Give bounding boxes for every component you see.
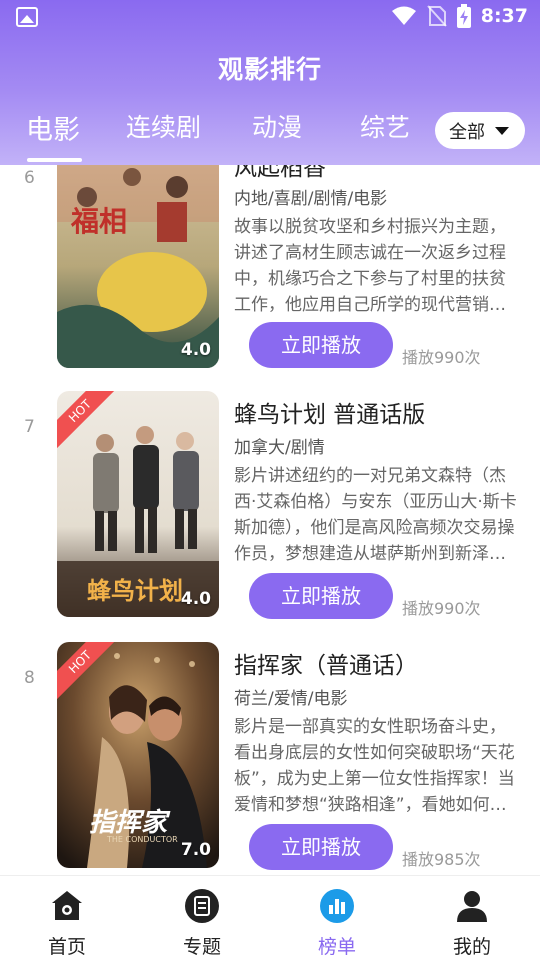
status-icons: 8:37: [391, 4, 528, 28]
caret-down-icon: [495, 126, 509, 135]
active-tab-indicator: [27, 158, 82, 162]
movie-tags: 内地/喜剧/剧情/电影: [234, 189, 388, 209]
tab-variety[interactable]: 综艺: [360, 108, 410, 144]
nav-ranking[interactable]: 榜单: [297, 888, 377, 959]
bottom-navigation: 首页 专题 榜单 我的: [0, 875, 540, 960]
nav-topics-label: 专题: [182, 936, 221, 958]
battery-charging-icon: [456, 4, 471, 28]
play-now-button[interactable]: 立即播放: [249, 322, 393, 368]
profile-icon: [457, 891, 487, 922]
status-bar: 8:37: [0, 0, 540, 36]
list-item[interactable]: 8 HOT 指挥家 THE CONDUCTOR 7.0 指挥家（普通话） 荷兰/…: [0, 642, 540, 875]
no-sim-icon: [426, 5, 447, 27]
movie-poster[interactable]: 福相 4.0: [57, 142, 219, 368]
play-now-button[interactable]: 立即播放: [249, 573, 393, 619]
movie-description: 故事以脱贫攻坚和乡村振兴为主题，讲述了高材生顾志诚在一次返乡过程中，机缘巧合之下…: [234, 217, 506, 315]
list-item[interactable]: 7 HOT 蜂鸟计划 4.0 蜂鸟计划 普通话版 加拿大/剧情 影片讲述纽约的一…: [0, 391, 540, 626]
play-count: 播放985次: [402, 850, 481, 869]
nav-home[interactable]: 首页: [27, 888, 107, 959]
filter-dropdown[interactable]: 全部: [435, 112, 525, 149]
rank-number: 8: [24, 668, 35, 688]
nav-topics[interactable]: 专题: [162, 888, 242, 959]
list-item[interactable]: 6 福相 4.0 风起稻香 内地/喜剧/剧情/电影 故事以脱贫攻坚和乡村振兴为主…: [0, 142, 540, 377]
rating-score: 4.0: [180, 340, 211, 360]
movie-tags: 加拿大/剧情: [234, 438, 325, 458]
movie-tags: 荷兰/爱情/电影: [234, 689, 348, 709]
play-count: 播放990次: [402, 348, 481, 367]
wifi-icon: [391, 6, 416, 25]
movie-title[interactable]: 蜂鸟计划 普通话版: [234, 395, 425, 429]
play-now-button[interactable]: 立即播放: [249, 824, 393, 870]
tab-series[interactable]: 连续剧: [126, 108, 201, 144]
rank-number: 7: [24, 417, 35, 437]
poster-title-art: 蜂鸟计划: [87, 576, 183, 605]
app-header: 8:37 观影排行 电影 连续剧 动漫 综艺 全部: [0, 0, 540, 165]
app-screen: 6 福相 4.0 风起稻香 内地/喜剧/剧情/电影 故事以脱贫攻坚和乡村振兴为主…: [0, 0, 540, 960]
nav-profile-label: 我的: [452, 936, 491, 958]
gallery-notification-icon: [16, 7, 38, 27]
filter-label: 全部: [449, 121, 485, 143]
rating-score: 7.0: [180, 840, 211, 860]
ranking-icon: [320, 889, 354, 923]
status-time: 8:37: [480, 5, 528, 27]
nav-profile[interactable]: 我的: [432, 888, 512, 959]
topic-icon: [185, 889, 219, 923]
movie-poster[interactable]: HOT 蜂鸟计划 4.0: [57, 391, 219, 617]
rank-number: 6: [24, 168, 35, 188]
page-title: 观影排行: [217, 55, 322, 84]
nav-home-label: 首页: [47, 936, 86, 958]
movie-poster[interactable]: HOT 指挥家 THE CONDUCTOR 7.0: [57, 642, 219, 868]
poster-subtitle-art: THE CONDUCTOR: [107, 835, 178, 844]
movie-title[interactable]: 指挥家（普通话）: [234, 646, 418, 680]
rating-score: 4.0: [180, 589, 211, 609]
tab-anime[interactable]: 动漫: [252, 108, 302, 144]
nav-ranking-label: 榜单: [317, 936, 356, 958]
poster-title-art: 指挥家: [89, 808, 168, 838]
tab-movies[interactable]: 电影: [26, 108, 80, 147]
poster-title-art: 福相: [71, 205, 128, 238]
movie-description: 影片讲述纽约的一对兄弟文森特（杰西·艾森伯格）与安东（亚历山大·斯卡斯加德），他…: [234, 466, 517, 564]
play-count: 播放990次: [402, 599, 481, 618]
movie-description: 影片是一部真实的女性职场奋斗史，看出身底层的女性如何突破职场“天花板”，成为史上…: [234, 717, 515, 815]
home-icon: [52, 891, 82, 920]
poster-art: [57, 142, 219, 368]
